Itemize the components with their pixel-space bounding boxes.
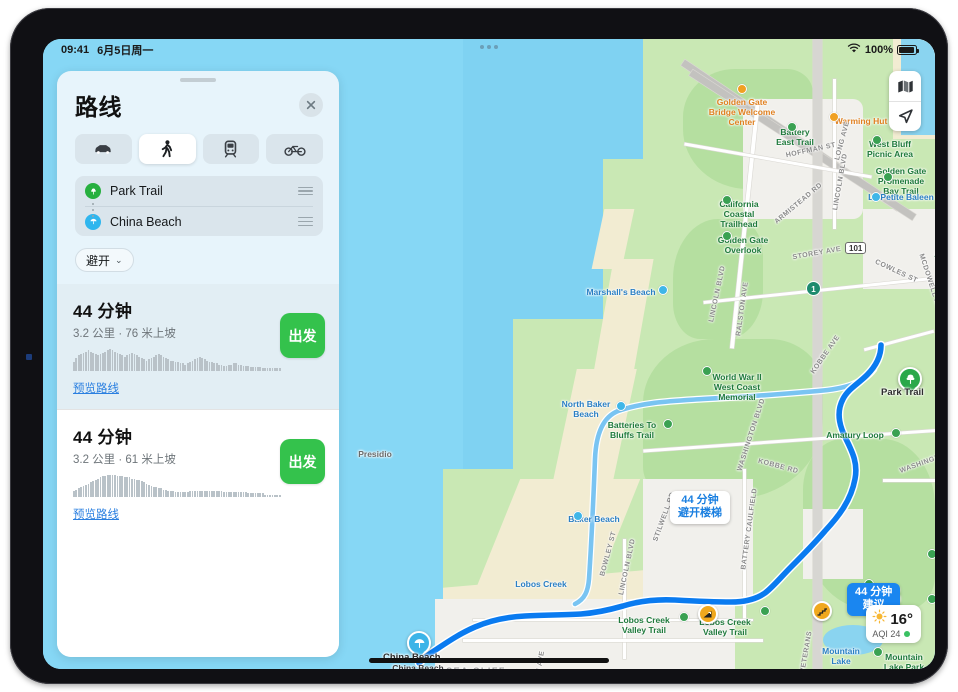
tab-walk[interactable] [138,134,196,164]
bicycle-icon [284,145,306,156]
close-button[interactable] [299,93,323,117]
ipad-bezel: Golden Gate Bridge Welcome Center Warming… [10,8,948,684]
alternate-route-note: 避开楼梯 [678,507,722,519]
panel-header: 路线 [57,82,339,122]
start-pin-icon [85,183,101,199]
multitask-dots-icon[interactable] [480,45,498,49]
stairs-marker[interactable] [812,601,832,621]
highway-shield-1: 1 [806,281,821,296]
sun-icon [872,609,887,629]
steep-grade-marker[interactable] [698,604,718,624]
page-title: 路线 [75,94,122,120]
endpoint-end[interactable]: China Beach [85,206,313,236]
park-trail-pin-label: Park Trail [881,387,924,398]
screenshot-root: Golden Gate Bridge Welcome Center Warming… [0,0,958,692]
map-controls [889,71,921,131]
chevron-down-icon: ⌄ [115,254,123,265]
highway-shield-101: 101 [845,242,867,254]
transport-mode-tabs [57,122,339,164]
weather-aqi: AQI 24 [872,629,901,639]
endpoint-connector-dots [92,203,94,217]
elevation-profile [73,349,281,371]
preview-route-link[interactable]: 预览路线 [73,380,119,396]
tab-drive[interactable] [75,134,132,164]
route-card[interactable]: 44 分钟 3.2 公里 · 61 米上坡预览路线 出发 [57,409,339,535]
route-details: 3.2 公里 · 61 米上坡 [73,454,176,466]
selected-route-duration: 44 分钟 [855,586,893,598]
route-details: 3.2 公里 · 76 米上坡 [73,328,176,340]
avoid-dropdown[interactable]: 避开 ⌄ [75,248,134,272]
route-card[interactable]: 44 分钟 3.2 公里 · 76 米上坡预览路线 出发 [57,284,339,409]
route-duration: 44 分钟 [73,302,133,321]
locate-arrow-icon [898,109,913,124]
close-icon [306,100,316,110]
endpoint-end-name: China Beach [110,214,182,229]
weather-widget[interactable]: 16° AQI 24 [866,605,921,643]
endpoint-start-drag-handle[interactable] [298,186,313,196]
ipad-screen-frame: Golden Gate Bridge Welcome Center Warming… [43,39,935,669]
alternate-route-duration: 44 分钟 [681,494,719,506]
map-style-icon [897,80,913,92]
tab-transit[interactable] [202,134,260,164]
screen: Golden Gate Bridge Welcome Center Warming… [43,39,935,669]
route-list: 44 分钟 3.2 公里 · 76 米上坡 预览路线 出发 44 分钟 3.2 公里 · … [57,284,339,657]
go-button[interactable]: 出发 [280,439,325,484]
avoid-section: 避开 ⌄ [57,236,339,272]
avoid-label: 避开 [86,253,111,268]
elevation-profile [73,475,281,497]
home-indicator[interactable] [369,658,609,663]
bezel-indicator-dot [26,354,32,360]
alternate-route-badge[interactable]: 44 分钟 避开楼梯 [670,491,730,524]
go-button[interactable]: 出发 [280,313,325,358]
aqi-status-dot [904,631,911,637]
endpoint-start[interactable]: Park Trail [85,176,313,206]
transit-icon [225,140,237,158]
car-icon [95,145,112,154]
locate-button[interactable] [889,101,921,131]
walk-icon [161,140,173,158]
endpoint-start-name: Park Trail [110,184,163,198]
route-duration: 44 分钟 [73,428,133,447]
weather-temperature: 16° [890,610,913,628]
map-style-button[interactable] [889,71,921,101]
route-endpoints: Park Trail China Beach [75,176,323,236]
preview-route-link[interactable]: 预览路线 [73,506,119,522]
directions-panel: 路线 Park Trail China Beach 避开 ⌄ 44 分钟 3.2… [57,71,339,657]
endpoint-end-drag-handle[interactable] [298,217,313,226]
tab-cycle[interactable] [266,134,323,164]
